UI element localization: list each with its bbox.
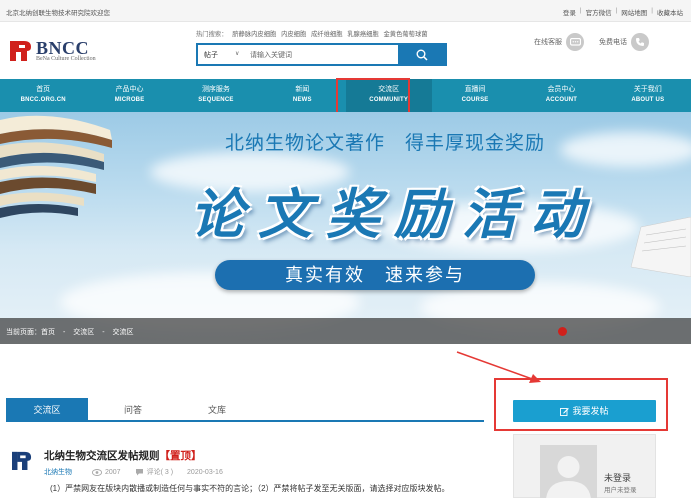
- login-status: 未登录: [604, 473, 632, 483]
- hot-search-item[interactable]: 内皮细胞: [281, 31, 306, 38]
- promo-banner[interactable]: 北纳生物论文著作 得丰厚现金奖励 论文奖励活动 真实有效 速来参与: [0, 112, 691, 344]
- annotation-highlight-box: [336, 78, 410, 115]
- search-icon: [416, 49, 428, 61]
- breadcrumb-home[interactable]: 当前页面：首页: [6, 329, 55, 336]
- user-card: 未登录 用户未登录: [513, 434, 656, 498]
- breadcrumb-trail: 当前页面：首页 - 交流区 - 交流区: [6, 327, 140, 337]
- community-tabs: 交流区 问答 文库: [6, 398, 484, 422]
- phone-icon: [631, 33, 649, 51]
- eye-icon: [92, 468, 102, 476]
- tab-library[interactable]: 文库: [194, 398, 240, 422]
- welcome-text: 北京北纳创联生物技术研究院欢迎您: [6, 10, 110, 17]
- post-date: 2020-03-16: [187, 468, 223, 476]
- sitemap-link[interactable]: 网站地图: [621, 7, 647, 17]
- post-category[interactable]: 北纳生物: [44, 467, 72, 477]
- post-excerpt: (1）严禁网友在版块内散播或制造任何与事实不符的言论；（2）严禁将帖子发至无关版…: [50, 484, 450, 493]
- nav-label: 会员中心: [547, 86, 576, 93]
- hot-search-item[interactable]: 金黄色葡萄球菌: [383, 31, 427, 38]
- post-meta: 北纳生物 2007 评论( 3 ) 2020-03-16: [44, 467, 237, 477]
- free-phone-label: 免费电话: [599, 39, 627, 46]
- user-avatar-icon: [540, 445, 597, 498]
- nav-label: 直播间: [464, 86, 486, 93]
- logo-subtitle: BeNa Culture Collection: [36, 56, 96, 62]
- nav-item-sequence[interactable]: 测序服务 SEQUENCE: [173, 79, 259, 112]
- new-post-button[interactable]: 我要发帖: [513, 400, 656, 422]
- nav-sublabel: COURSE: [461, 97, 489, 103]
- nav-sublabel: MICROBE: [114, 97, 145, 103]
- nav-label: 新闻: [295, 86, 310, 93]
- divider: |: [579, 7, 582, 14]
- divider: |: [615, 7, 618, 14]
- avatar[interactable]: [540, 445, 597, 498]
- top-links: 登录 | 官方微信 | 网站地图 | 收藏本站: [563, 7, 683, 17]
- views-count: 2007: [92, 469, 121, 476]
- tab-qa[interactable]: 问答: [110, 398, 156, 422]
- online-service-label: 在线客服: [534, 39, 562, 46]
- banner-subtitle: 北纳生物论文著作 得丰厚现金奖励: [225, 133, 546, 154]
- nav-sublabel: NEWS: [292, 97, 312, 103]
- edit-icon: [560, 408, 570, 417]
- free-phone[interactable]: 免费电话: [599, 33, 649, 51]
- nav-item-about[interactable]: 关于我们 ABOUT US: [605, 79, 691, 112]
- bookmark-link[interactable]: 收藏本站: [657, 7, 683, 17]
- pinned-badge: 【置顶】: [159, 450, 202, 462]
- site-logo[interactable]: BNCC BeNa Culture Collection: [10, 38, 115, 66]
- breadcrumb-sep: -: [102, 329, 105, 336]
- post-title[interactable]: 北纳生物交流区发帖规则【置顶】: [44, 448, 202, 463]
- nav-label: 测序服务: [201, 86, 230, 93]
- books-illustration: [0, 115, 112, 218]
- cloud-decoration: [560, 132, 691, 167]
- tab-community[interactable]: 交流区: [6, 398, 88, 422]
- comment-icon: [135, 469, 143, 476]
- nav-sublabel: SEQUENCE: [198, 97, 234, 103]
- nav-sublabel: ACCOUNT: [545, 97, 578, 103]
- views-value: 2007: [105, 468, 121, 476]
- new-post-label: 我要发帖: [572, 406, 609, 416]
- chevron-down-icon[interactable]: ∨: [235, 50, 239, 57]
- nav-label: 产品中心: [115, 86, 144, 93]
- breadcrumb: 当前页面：首页 - 交流区 - 交流区: [0, 318, 691, 344]
- chat-icon: [566, 33, 584, 51]
- banner-slogan: 真实有效 速来参与: [215, 260, 535, 290]
- breadcrumb-current: 交流区: [112, 329, 134, 336]
- top-bar: 北京北纳创联生物技术研究院欢迎您 登录 | 官方微信 | 网站地图 | 收藏本站: [0, 0, 691, 22]
- banner-title: 论文奖励活动: [190, 185, 598, 245]
- nav-item-account[interactable]: 会员中心 ACCOUNT: [518, 79, 604, 112]
- nav-item-home[interactable]: 首页 BNCC.ORG.CN: [0, 79, 86, 112]
- breadcrumb-sep: -: [62, 329, 66, 336]
- nav-item-course[interactable]: 直播间 COURSE: [432, 79, 518, 112]
- bncc-logo-icon: [12, 451, 32, 470]
- nav-sublabel: BNCC.ORG.CN: [20, 97, 66, 103]
- logo-mark-icon: [10, 41, 31, 61]
- nav-label: 关于我们: [633, 86, 662, 93]
- online-service[interactable]: 在线客服: [534, 33, 584, 51]
- hot-search-item[interactable]: 成纤维细胞: [311, 31, 342, 38]
- wechat-link[interactable]: 官方微信: [586, 7, 612, 17]
- hot-search-item[interactable]: 乳腺癌细胞: [347, 31, 378, 38]
- comments-count: 评论( 3 ): [135, 467, 173, 477]
- search-category-select[interactable]: 帖子: [204, 50, 218, 60]
- carousel-indicator[interactable]: [558, 327, 567, 336]
- breadcrumb-item[interactable]: 交流区: [73, 329, 94, 336]
- nav-label: 首页: [36, 86, 51, 93]
- nav-sublabel: ABOUT US: [631, 97, 665, 103]
- search-bar: 帖子 ∨: [196, 43, 447, 66]
- paper-decoration: [630, 217, 691, 277]
- comments-value: 评论( 3 ): [146, 469, 174, 476]
- search-input[interactable]: [250, 48, 400, 62]
- login-link[interactable]: 登录: [563, 7, 576, 17]
- nav-item-products[interactable]: 产品中心 MICROBE: [86, 79, 172, 112]
- hot-search-item[interactable]: 脐静脉内皮细胞: [232, 31, 276, 38]
- page: 北京北纳创联生物技术研究院欢迎您 登录 | 官方微信 | 网站地图 | 收藏本站…: [0, 0, 691, 498]
- nav-item-news[interactable]: 新闻 NEWS: [259, 79, 345, 112]
- hot-search: 热门搜索： 脐静脉内皮细胞 内皮细胞 成纤维细胞 乳腺癌细胞 金黄色葡萄球菌: [196, 29, 431, 38]
- search-button[interactable]: [398, 45, 445, 64]
- login-hint: 用户未登录: [604, 487, 637, 494]
- divider: |: [651, 7, 653, 14]
- post-title-text: 北纳生物交流区发帖规则: [44, 450, 160, 462]
- hot-search-label: 热门搜索：: [196, 31, 228, 38]
